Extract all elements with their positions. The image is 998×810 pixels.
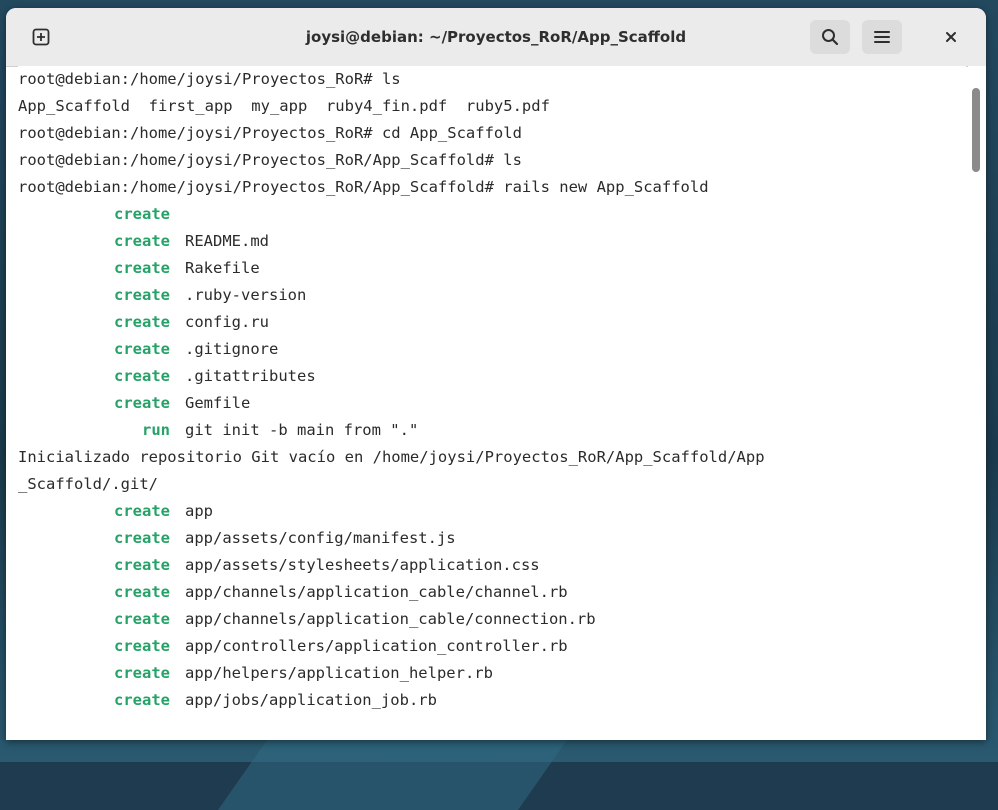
terminal-line-text: git init -b main from "." (185, 421, 419, 439)
terminal-line-text: README.md (185, 232, 269, 250)
generator-action: create (114, 286, 170, 304)
menu-button[interactable] (862, 20, 902, 54)
terminal-line: create config.ru (18, 309, 966, 336)
terminal-line-text: Inicializado repositorio Git vacío en /h… (18, 448, 765, 466)
terminal-line-text: root@debian:/home/joysi/Proyectos_RoR# l… (18, 70, 401, 88)
terminal-line: create app/assets/config/manifest.js (18, 525, 966, 552)
search-button[interactable] (810, 20, 850, 54)
terminal-line-text: app/jobs/application_job.rb (185, 691, 437, 709)
generator-action: create (114, 529, 170, 547)
terminal-line-text: app/assets/stylesheets/application.css (185, 556, 540, 574)
generator-action: create (114, 259, 170, 277)
terminal-line-text: app/helpers/application_helper.rb (185, 664, 493, 682)
generator-action: create (114, 313, 170, 331)
new-tab-plus-icon (32, 28, 50, 46)
terminal-line: App_Scaffold first_app my_app ruby4_fin.… (18, 93, 966, 120)
generator-action: create (114, 340, 170, 358)
close-button[interactable] (934, 20, 968, 54)
window-title: joysi@debian: ~/Proyectos_RoR/App_Scaffo… (305, 28, 687, 46)
search-icon (822, 29, 839, 46)
terminal-line: create app/channels/application_cable/con… (18, 606, 966, 633)
terminal-line: create (18, 201, 966, 228)
generator-action: create (114, 232, 170, 250)
terminal-line-text: app (185, 502, 213, 520)
header-bar[interactable]: joysi@debian: ~/Proyectos_RoR/App_Scaffo… (6, 8, 986, 67)
generator-action: create (114, 556, 170, 574)
generator-action: create (114, 502, 170, 520)
terminal-line-text: root@debian:/home/joysi/Proyectos_RoR/Ap… (18, 151, 522, 169)
terminal-line-text: app/channels/application_cable/channel.r… (185, 583, 568, 601)
hamburger-menu-icon (874, 31, 890, 43)
terminal-line: create README.md (18, 228, 966, 255)
terminal-line-text: .gitattributes (185, 367, 316, 385)
terminal-line-text: _Scaffold/.git/ (18, 475, 158, 493)
generator-action: create (114, 664, 170, 682)
terminal-line: create app/channels/application_cable/cha… (18, 579, 966, 606)
terminal-line: root@debian:/home/joysi/Proyectos_RoR# c… (18, 120, 966, 147)
scrollbar-thumb[interactable] (972, 88, 980, 172)
terminal-line-text: .gitignore (185, 340, 279, 358)
terminal-line: root@debian:/home/joysi/Proyectos_RoR/Ap… (18, 147, 966, 174)
terminal-line-text: Gemfile (185, 394, 251, 412)
terminal-line: create app/jobs/application_job.rb (18, 687, 966, 714)
terminal-line-text: root@debian:/home/joysi/Proyectos_RoR/Ap… (18, 178, 709, 196)
generator-action: run (142, 421, 170, 439)
terminal-line-text: config.ru (185, 313, 269, 331)
terminal-output[interactable]: root@debian:/home/joysi/Proyectos_RoR# l… (18, 66, 966, 740)
generator-action: create (114, 394, 170, 412)
terminal-line: create app/controllers/application_contro… (18, 633, 966, 660)
terminal-line-text: App_Scaffold first_app my_app ruby4_fin.… (18, 97, 550, 115)
generator-action: create (114, 637, 170, 655)
terminal-line-text: app/channels/application_cable/connectio… (185, 610, 596, 628)
terminal-line-text: Rakefile (185, 259, 260, 277)
terminal-line-text: .ruby-version (185, 286, 307, 304)
generator-action: create (114, 691, 170, 709)
terminal-line: Inicializado repositorio Git vacío en /h… (18, 444, 966, 471)
terminal-window: joysi@debian: ~/Proyectos_RoR/App_Scaffo… (6, 8, 986, 740)
terminal-line-text: app/assets/config/manifest.js (185, 529, 456, 547)
generator-action: create (114, 205, 170, 223)
new-tab-button[interactable] (24, 20, 58, 54)
terminal-line: create .ruby-version (18, 282, 966, 309)
terminal-line: root@debian:/home/joysi/Proyectos_RoR/Ap… (18, 174, 966, 201)
terminal-line: create .gitignore (18, 336, 966, 363)
terminal-line-text: root@debian:/home/joysi/Proyectos_RoR# c… (18, 124, 522, 142)
terminal-line: run git init -b main from "." (18, 417, 966, 444)
terminal-line-text: app/controllers/application_controller.r… (185, 637, 568, 655)
generator-action: create (114, 367, 170, 385)
generator-action: create (114, 583, 170, 601)
terminal-line: _Scaffold/.git/ (18, 471, 966, 498)
terminal-line: create Gemfile (18, 390, 966, 417)
close-icon (946, 32, 956, 42)
terminal-line: create app/helpers/application_helper.rb (18, 660, 966, 687)
terminal-line: create app/assets/stylesheets/application… (18, 552, 966, 579)
terminal-line: create .gitattributes (18, 363, 966, 390)
scrollbar[interactable] (968, 66, 986, 740)
terminal-line: create Rakefile (18, 255, 966, 282)
terminal-line: create app (18, 498, 966, 525)
generator-action: create (114, 610, 170, 628)
terminal-line: root@debian:/home/joysi/Proyectos_RoR# l… (18, 66, 966, 93)
